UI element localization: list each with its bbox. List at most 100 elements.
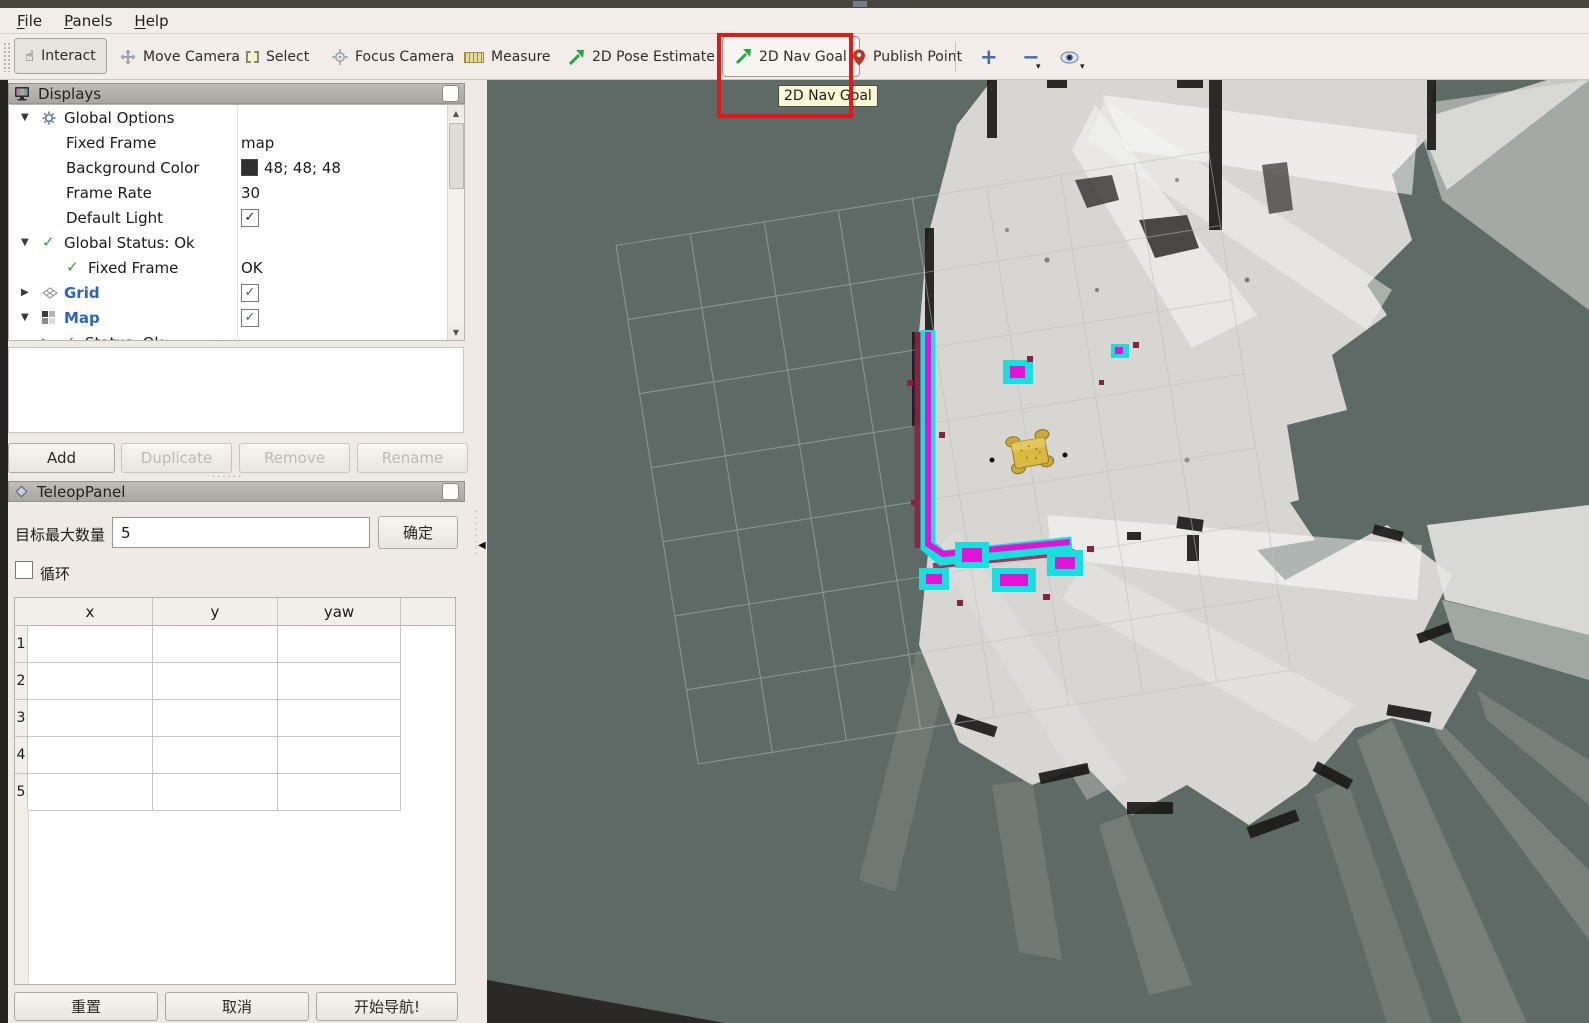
table-cell-yaw[interactable] [278, 663, 401, 700]
displays-panel-header[interactable]: Displays [8, 83, 465, 104]
display-row-fixed-frame[interactable]: ✓Fixed FrameOK [9, 255, 465, 280]
teleop-panel-header[interactable]: TeleopPanel [8, 481, 465, 502]
camera-visibility-button[interactable] [1060, 34, 1079, 80]
value-text[interactable]: map [241, 134, 274, 152]
tool-move-camera[interactable]: Move Camera [120, 34, 240, 80]
display-row-default-light[interactable]: Default Light✓ [9, 205, 465, 230]
scrollbar-thumb[interactable] [449, 123, 464, 189]
expander-open-icon[interactable]: ▼ [21, 237, 42, 248]
row-number[interactable]: 1 [15, 626, 28, 663]
display-row-value[interactable]: 30 [241, 180, 260, 205]
expander-closed-icon[interactable]: ▶ [21, 287, 42, 298]
rename-button[interactable]: Rename [357, 443, 468, 473]
table-cell-y[interactable] [153, 626, 278, 663]
table-cell-y[interactable] [153, 737, 278, 774]
add-button[interactable]: Add [8, 443, 115, 473]
table-cell-x[interactable] [28, 737, 153, 774]
row-number[interactable]: 4 [15, 737, 28, 774]
display-row-grid[interactable]: ▶Grid✓ [9, 280, 460, 305]
tool-measure[interactable]: Measure [464, 34, 551, 80]
display-row-value[interactable]: 48; 48; 48 [241, 155, 341, 180]
goal-table[interactable]: xyyaw 12345 [14, 597, 456, 985]
row-number[interactable]: 2 [15, 663, 28, 700]
scroll-down-icon[interactable]: ▼ [448, 324, 464, 340]
visibility-dropdown-icon[interactable]: ▾ [1080, 62, 1085, 72]
map-icon [42, 311, 55, 324]
tool-2d-pose-estimate[interactable]: 2D Pose Estimate [568, 34, 715, 80]
value-text[interactable]: 30 [241, 184, 260, 202]
display-row-fixed-frame[interactable]: Fixed Framemap [9, 130, 465, 155]
column-header-y[interactable]: y [153, 598, 278, 625]
menu-item-panels[interactable]: Panels [53, 10, 123, 32]
重置-button[interactable]: 重置 [14, 992, 158, 1021]
duplicate-button[interactable]: Duplicate [121, 443, 232, 473]
menu-item-help[interactable]: Help [123, 10, 179, 32]
3d-viewport[interactable] [487, 80, 1589, 1023]
table-cell-yaw[interactable] [278, 737, 401, 774]
confirm-button[interactable]: 确定 [378, 516, 458, 549]
goal-count-input[interactable] [112, 517, 370, 548]
display-row-value[interactable]: ✓ [241, 305, 259, 330]
row-checkbox[interactable]: ✓ [241, 284, 259, 302]
expander-open-icon[interactable]: ▼ [21, 312, 42, 323]
display-row-value[interactable]: ✓ [241, 205, 259, 230]
goal-count-label: 目标最大数量 [15, 524, 105, 545]
display-row-value[interactable]: map [241, 130, 274, 155]
display-row-map[interactable]: ▼Map✓ [9, 305, 460, 330]
display-row-background-color[interactable]: Background Color48; 48; 48 [9, 155, 465, 180]
table-cell-x[interactable] [28, 774, 153, 811]
display-row-label: Status: Ok [85, 334, 163, 342]
displays-tree[interactable]: ▼ Global Options Fixed FramemapBackground … [8, 104, 465, 341]
table-cell-y[interactable] [153, 700, 278, 737]
zoom-out-button[interactable]: − [1022, 34, 1040, 80]
zoom-out-dropdown-icon[interactable]: ▾ [1036, 62, 1041, 72]
display-row-global-options[interactable]: ▼ Global Options [9, 105, 460, 130]
row-checkbox[interactable]: ✓ [241, 209, 259, 227]
tool-publish-point[interactable]: Publish Point [852, 34, 962, 80]
hand-icon: ☝ [25, 49, 34, 64]
display-row-global-status-ok[interactable]: ▼✓Global Status: Ok [9, 230, 460, 255]
menu-item-file[interactable]: File [6, 10, 53, 32]
rviz-window: FilePanelsHelp ☝Interact Move CameraSelec… [0, 0, 1589, 1023]
tool-interact[interactable]: ☝Interact [14, 38, 107, 74]
display-row-frame-rate[interactable]: Frame Rate30 [9, 180, 465, 205]
display-row-value[interactable]: OK [241, 255, 263, 280]
column-header-yaw[interactable]: yaw [278, 598, 401, 625]
toolbar-grip[interactable] [3, 42, 10, 72]
value-text[interactable]: 48; 48; 48 [264, 159, 341, 177]
table-cell-yaw[interactable] [278, 700, 401, 737]
zoom-in-button[interactable]: + [980, 34, 998, 80]
table-cell-yaw[interactable] [278, 774, 401, 811]
table-cell-x[interactable] [28, 663, 153, 700]
开始导航-button[interactable]: 开始导航! [316, 992, 458, 1021]
dock-collapse-handle[interactable]: ◀ [478, 540, 486, 551]
row-number[interactable]: 3 [15, 700, 28, 737]
tree-scrollbar[interactable]: ▲ ▼ [447, 105, 464, 340]
row-number[interactable]: 5 [15, 774, 28, 811]
menu-accel: F [17, 12, 25, 30]
display-row-value[interactable]: ✓ [241, 280, 259, 305]
table-cell-yaw[interactable] [278, 626, 401, 663]
displays-float-button[interactable] [442, 85, 459, 102]
splitter-handle[interactable]: ······ [212, 336, 243, 347]
table-cell-y[interactable] [153, 774, 278, 811]
value-text[interactable]: OK [241, 259, 263, 277]
display-row-label: Global Options [64, 109, 175, 127]
tool-focus-camera[interactable]: Focus Camera [332, 34, 454, 80]
table-cell-x[interactable] [28, 626, 153, 663]
teleop-float-button[interactable] [442, 483, 459, 500]
scroll-up-icon[interactable]: ▲ [448, 105, 464, 121]
pin-icon [852, 49, 866, 66]
tool-select[interactable]: Select [246, 34, 309, 80]
expander-closed-icon[interactable]: ▶ [42, 337, 63, 341]
check-green-icon: ✓ [42, 235, 55, 250]
color-swatch[interactable] [241, 159, 258, 176]
expander-open-icon[interactable]: ▼ [21, 112, 42, 123]
table-cell-y[interactable] [153, 663, 278, 700]
column-header-x[interactable]: x [28, 598, 153, 625]
table-cell-x[interactable] [28, 700, 153, 737]
取消-button[interactable]: 取消 [165, 992, 309, 1021]
loop-checkbox[interactable] [15, 561, 33, 579]
remove-button[interactable]: Remove [239, 443, 350, 473]
row-checkbox[interactable]: ✓ [241, 309, 259, 327]
